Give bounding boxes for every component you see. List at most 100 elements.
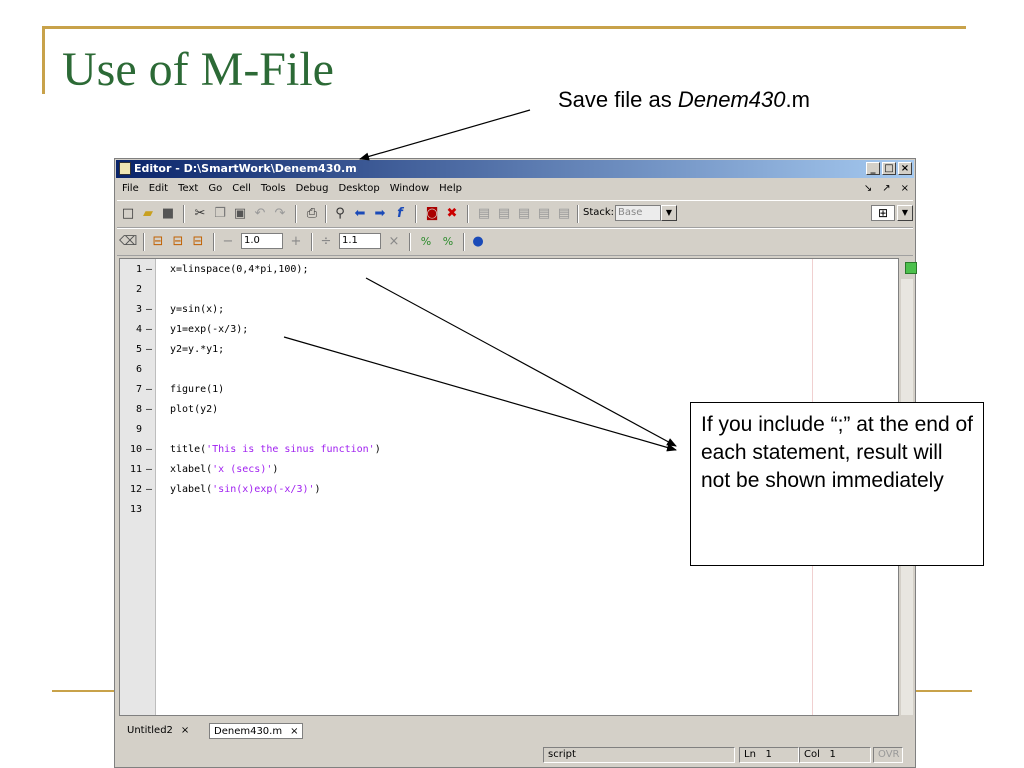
code-text: y1=exp(-x/3); [170,324,249,335]
evaluate-cell-icon[interactable]: ⊟ [149,233,167,251]
copy-icon[interactable]: ❐ [211,205,229,223]
breakpoint-marker[interactable]: – [146,304,152,315]
code-text: x=linspace(0,4*pi,100); [170,264,309,275]
code-line[interactable]: y2=y.*y1; [170,344,224,355]
footer-line-right [916,690,972,692]
breakpoint-marker[interactable]: – [146,444,152,455]
breakpoint-marker[interactable]: – [146,344,152,355]
new-file-icon[interactable]: □ [119,205,137,223]
evaluate-file-icon[interactable]: ⊟ [189,233,207,251]
toolbar-separator [577,205,579,223]
increment-icon[interactable]: + [287,233,305,251]
menu-text[interactable]: Text [173,180,203,198]
tile-layout-icon[interactable]: ⊞ [871,205,895,221]
menu-edit[interactable]: Edit [144,180,173,198]
open-folder-icon[interactable]: ▰ [139,205,157,223]
eraser-icon[interactable]: ⌫ [119,233,137,251]
line-number: 6 [135,364,142,375]
code-line[interactable]: y=sin(x); [170,304,224,315]
stack-select[interactable]: Base [615,205,661,221]
breakpoint-marker[interactable]: – [146,404,152,415]
code-line[interactable]: ylabel('sin(x)exp(-x/3)') [170,484,321,495]
menu-right-controls: ↘ ↗ × [864,180,909,198]
save-note-file: Denem430 [677,87,786,112]
continue-icon[interactable]: ▤ [535,205,553,223]
tab-label: Untitled2 [127,725,173,736]
save-icon[interactable]: ■ [159,205,177,223]
paste-icon[interactable]: ▣ [231,205,249,223]
breakpoint-marker[interactable]: – [146,384,152,395]
code-line[interactable]: plot(y2) [170,404,218,415]
info-icon[interactable]: ● [469,233,487,251]
toolbar-separator [311,233,313,251]
dock-icon[interactable]: ↗ [882,180,890,198]
code-line[interactable]: title('This is the sinus function') [170,444,381,455]
code-tail: ) [374,444,381,455]
stack-dropdown-icon[interactable]: ▼ [661,205,677,221]
code-line[interactable]: figure(1) [170,384,224,395]
breakpoint-marker[interactable]: – [146,264,152,275]
code-line[interactable]: y1=exp(-x/3); [170,324,248,335]
code-text: y=sin(x); [170,304,225,315]
divide-icon[interactable]: ÷ [317,233,335,251]
toolbar-separator [409,233,411,251]
function-icon[interactable]: f [391,205,409,223]
decrement-icon[interactable]: − [219,233,237,251]
cut-icon[interactable]: ✂ [191,205,209,223]
decrement-value-field[interactable]: 1.0 [241,233,283,249]
step-icon[interactable]: ▤ [475,205,493,223]
semicolon-callout: If you include “;” at the end of each st… [690,402,984,566]
tab-close-icon[interactable]: × [290,726,298,737]
line-number: 9 [135,424,142,435]
code-text: xlabel( [170,464,213,475]
menu-file[interactable]: File [117,180,144,198]
close-button[interactable]: × [898,162,912,175]
breakpoint-marker[interactable]: – [146,324,152,335]
clear-breakpoint-icon[interactable]: ✖ [443,205,461,223]
evaluate-advance-icon[interactable]: ⊟ [169,233,187,251]
code-line[interactable]: xlabel('x (secs)') [170,464,278,475]
undo-icon[interactable]: ↶ [251,205,269,223]
redo-icon[interactable]: ↷ [271,205,289,223]
toolbar-separator [143,233,145,251]
tab-untitled2[interactable]: Untitled2 × [123,723,193,739]
menu-tools[interactable]: Tools [256,180,291,198]
status-overwrite: OVR [873,747,903,763]
print-icon[interactable]: ⎙ [303,205,321,223]
step-out-icon[interactable]: ▤ [515,205,533,223]
multiply-icon[interactable]: × [385,233,403,251]
save-file-note: Save file as Denem430.m [558,87,810,113]
frame-left-line [42,26,45,94]
minimize-button[interactable]: _ [866,162,880,175]
layout-dropdown-icon[interactable]: ▼ [897,205,913,221]
breakpoint-marker[interactable]: – [146,464,152,475]
menu-go[interactable]: Go [203,180,227,198]
code-string: 'sin(x)exp(-x/3)' [212,484,315,495]
breakpoint-marker[interactable]: – [146,484,152,495]
code-line[interactable]: x=linspace(0,4*pi,100); [170,264,308,275]
multiply-value-field[interactable]: 1.1 [339,233,381,249]
menu-desktop[interactable]: Desktop [333,180,384,198]
status-mode: script [543,747,735,763]
set-breakpoint-icon[interactable]: ◙ [423,205,441,223]
find-icon[interactable]: ⚲ [331,205,349,223]
forward-icon[interactable]: ➡ [371,205,389,223]
back-icon[interactable]: ⬅ [351,205,369,223]
undock-icon[interactable]: ↘ [864,180,872,198]
insert-cell-icon[interactable]: % [417,233,435,251]
menu-help[interactable]: Help [434,180,467,198]
tab-close-icon[interactable]: × [181,725,189,736]
analysis-status-indicator[interactable] [905,262,917,274]
step-in-icon[interactable]: ▤ [495,205,513,223]
exit-debug-icon[interactable]: ▤ [555,205,573,223]
menu-debug[interactable]: Debug [291,180,334,198]
editor-titlebar[interactable]: Editor - D:\SmartWork\Denem430.m _ □ × [116,160,914,178]
menu-cell[interactable]: Cell [227,180,256,198]
close-document-icon[interactable]: × [901,180,909,198]
remove-cell-icon[interactable]: % [439,233,457,251]
tab-denem430[interactable]: Denem430.m × [209,723,304,739]
code-text: y2=y.*y1; [170,344,225,355]
maximize-button[interactable]: □ [882,162,896,175]
menu-bar: File Edit Text Go Cell Tools Debug Deskt… [117,180,913,198]
menu-window[interactable]: Window [385,180,434,198]
